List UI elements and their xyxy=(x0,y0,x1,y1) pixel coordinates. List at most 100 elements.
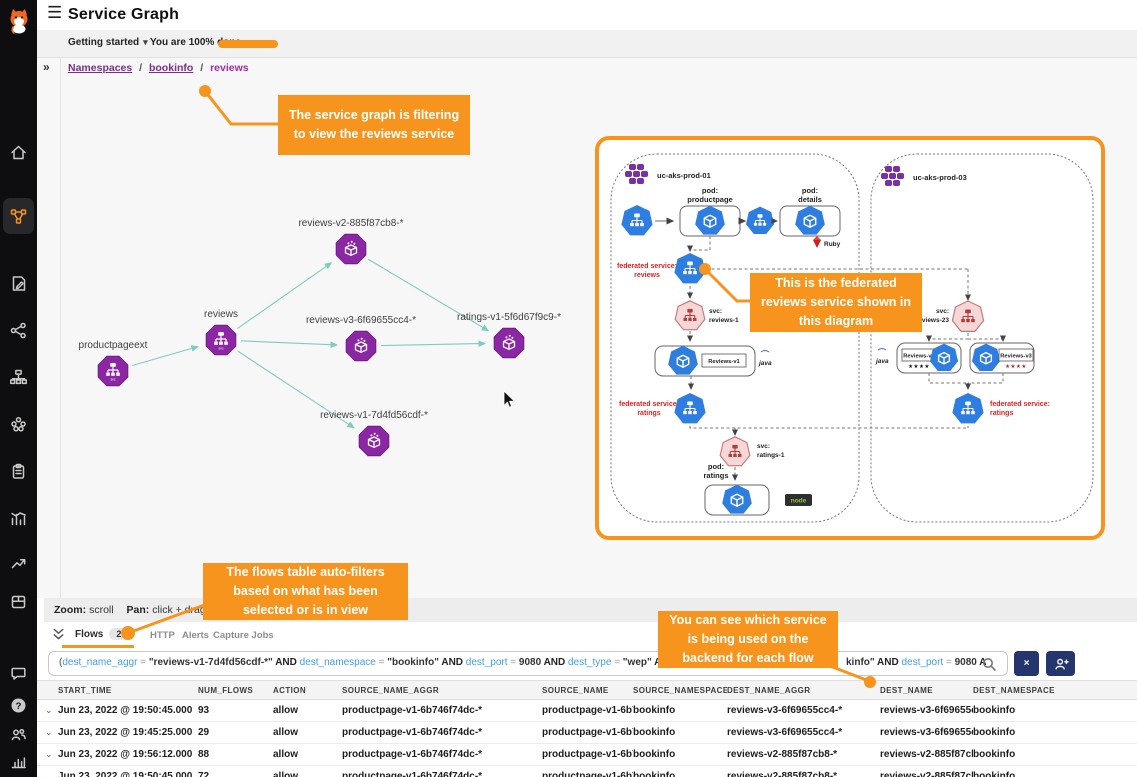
graph-node-reviews[interactable]: svc xyxy=(206,325,236,355)
service-icon xyxy=(621,205,652,235)
tab-flows[interactable]: Flows20 xyxy=(75,628,133,640)
graph-node-reviews-v3[interactable] xyxy=(346,331,376,361)
graph-edge xyxy=(241,341,337,345)
graph-node-productpageext[interactable]: svc xyxy=(98,356,128,386)
chat-icon[interactable] xyxy=(0,658,37,688)
graph-node-label: reviews-v2-885f87cb8-* xyxy=(298,218,403,229)
cell: reviews-v3-6f69655cc4-* xyxy=(727,705,880,716)
usage-metrics-icon[interactable] xyxy=(0,746,37,776)
cell: productpage-v1-6b746… xyxy=(542,771,633,777)
table-row[interactable]: ⌄Jun 23, 2022 @ 19:56:12.00088allowprodu… xyxy=(37,744,1137,766)
cell: allow xyxy=(273,749,342,760)
cell: productpage-v1-6b746… xyxy=(542,727,633,738)
graph-node-label: ratings-v1-5f6d67f9c9-* xyxy=(457,312,561,323)
clusters-icon[interactable] xyxy=(0,409,37,439)
tab-capture-jobs[interactable]: Capture Jobs xyxy=(213,630,274,641)
cell: allow xyxy=(273,771,342,777)
trends-icon[interactable] xyxy=(0,547,37,577)
pod-ratings-label: ratings xyxy=(703,471,728,480)
svc-ratings-1-icon xyxy=(720,437,750,466)
graph-node-reviews-v1[interactable] xyxy=(359,426,389,456)
cluster1-name: uc-aks-prod-01 xyxy=(657,171,711,180)
users-icon[interactable] xyxy=(0,719,37,749)
filter-row: (dest_name_aggr = "reviews-v1-7d4fd56cdf… xyxy=(37,648,1137,680)
collapse-panel-icon[interactable] xyxy=(51,627,66,642)
search-icon xyxy=(981,656,997,672)
ruby-logo: Ruby xyxy=(813,236,841,248)
cell: bookinfo xyxy=(633,749,727,760)
row-expand-chevron-icon[interactable]: ⌄ xyxy=(45,749,58,760)
compliance-icon[interactable] xyxy=(0,456,37,486)
pod-details-label: details xyxy=(798,195,822,204)
cell: Jun 23, 2022 @ 19:45:25.000 xyxy=(58,727,198,738)
column-header[interactable]: SOURCE_NAME_AGGR xyxy=(342,686,542,695)
cell: reviews-v2-885f87cb8-* xyxy=(727,771,880,777)
graph-node-label: reviews xyxy=(204,309,238,320)
activity-icon[interactable] xyxy=(0,503,37,533)
expand-panel-button[interactable]: » xyxy=(43,60,50,74)
federated-ratings-service-icon xyxy=(674,393,705,423)
row-expand-chevron-icon[interactable]: ⌄ xyxy=(45,727,58,738)
home-icon[interactable] xyxy=(0,137,37,167)
cell: bookinfo xyxy=(973,727,1137,738)
callout-backend: You can see which service is being used … xyxy=(658,611,838,668)
cell: bookinfo xyxy=(973,771,1137,777)
left-nav-sidebar: ? xyxy=(0,0,37,777)
getting-started-dropdown[interactable]: Getting started▾ xyxy=(68,37,148,48)
cell: bookinfo xyxy=(973,705,1137,716)
svg-text:java: java xyxy=(758,360,772,367)
row-expand-chevron-icon[interactable]: ⌄ xyxy=(45,705,58,716)
breadcrumb-bookinfo[interactable]: bookinfo xyxy=(149,62,193,74)
federated-service-label: federated service: xyxy=(619,401,679,408)
callout-flows: The flows table auto-filters based on wh… xyxy=(203,563,408,620)
svc-label: svc: xyxy=(757,443,770,450)
help-icon[interactable]: ? xyxy=(0,690,37,720)
breadcrumb-namespaces[interactable]: Namespaces xyxy=(68,62,132,74)
manage-icon[interactable] xyxy=(0,586,37,616)
column-header[interactable]: DEST_NAME xyxy=(880,686,973,695)
cell: 88 xyxy=(198,749,273,760)
cell: Jun 23, 2022 @ 19:50:45.000 xyxy=(58,771,198,777)
tab-http[interactable]: HTTP xyxy=(150,630,175,641)
service-graph-icon[interactable] xyxy=(0,201,37,231)
user-filter-button[interactable] xyxy=(1046,651,1075,676)
row-expand-chevron-icon[interactable]: ⌄ xyxy=(45,771,58,777)
java-logo: java xyxy=(875,349,889,366)
graph-node-ratings-v1[interactable] xyxy=(494,328,524,358)
clear-filter-button[interactable]: × xyxy=(1014,651,1039,676)
getting-started-bar: Getting started▾ You are 100% done xyxy=(37,30,1137,58)
column-header[interactable]: NUM_FLOWS xyxy=(198,686,273,695)
cell: reviews-v3-6f69655cc… xyxy=(880,705,973,716)
flows-table-header: START_TIMENUM_FLOWSACTIONSOURCE_NAME_AGG… xyxy=(37,681,1137,700)
cluster2-boundary xyxy=(871,154,1093,522)
filter-query-left: (dest_name_aggr = "reviews-v1-7d4fd56cdf… xyxy=(59,657,659,671)
column-header[interactable]: DEST_NAMESPACE xyxy=(973,686,1137,695)
svg-text:Ruby: Ruby xyxy=(824,241,841,248)
svc-reviews-23-icon xyxy=(952,301,983,331)
column-header[interactable]: SOURCE_NAME xyxy=(542,686,633,695)
cell: productpage-v1-6b746f74dc-* xyxy=(342,705,542,716)
column-header[interactable]: DEST_NAME_AGGR xyxy=(727,686,880,695)
flow-filter-input[interactable]: (dest_name_aggr = "reviews-v1-7d4fd56cdf… xyxy=(48,651,1008,676)
tab-alerts[interactable]: Alerts xyxy=(182,630,209,641)
callout-filtering: The service graph is filtering to view t… xyxy=(278,95,470,155)
svg-text:?: ? xyxy=(16,700,22,711)
svc-label: svc: xyxy=(936,308,949,315)
endpoints-icon[interactable] xyxy=(0,362,37,392)
java-logo: java xyxy=(758,351,772,368)
table-row[interactable]: ⌄Jun 23, 2022 @ 19:50:45.00093allowprodu… xyxy=(37,700,1137,722)
calico-logo xyxy=(0,6,37,36)
svc-label: svc: xyxy=(709,308,722,315)
policies-icon[interactable] xyxy=(0,268,37,298)
column-header[interactable]: START_TIME xyxy=(58,686,198,695)
column-header[interactable]: ACTION xyxy=(273,686,342,695)
graph-node-reviews-v2[interactable] xyxy=(336,234,366,264)
column-header[interactable]: SOURCE_NAMESPACE xyxy=(633,686,727,695)
hamburger-menu-icon[interactable]: ☰ xyxy=(47,3,62,23)
table-row[interactable]: ⌄Jun 23, 2022 @ 19:50:45.00072allowprodu… xyxy=(37,766,1137,777)
network-icon[interactable] xyxy=(0,315,37,345)
svg-text:node: node xyxy=(791,498,807,505)
pod-label: pod: xyxy=(708,462,724,471)
cell: reviews-v2-885f87cb8-* xyxy=(727,749,880,760)
table-row[interactable]: ⌄Jun 23, 2022 @ 19:45:25.00029allowprodu… xyxy=(37,722,1137,744)
